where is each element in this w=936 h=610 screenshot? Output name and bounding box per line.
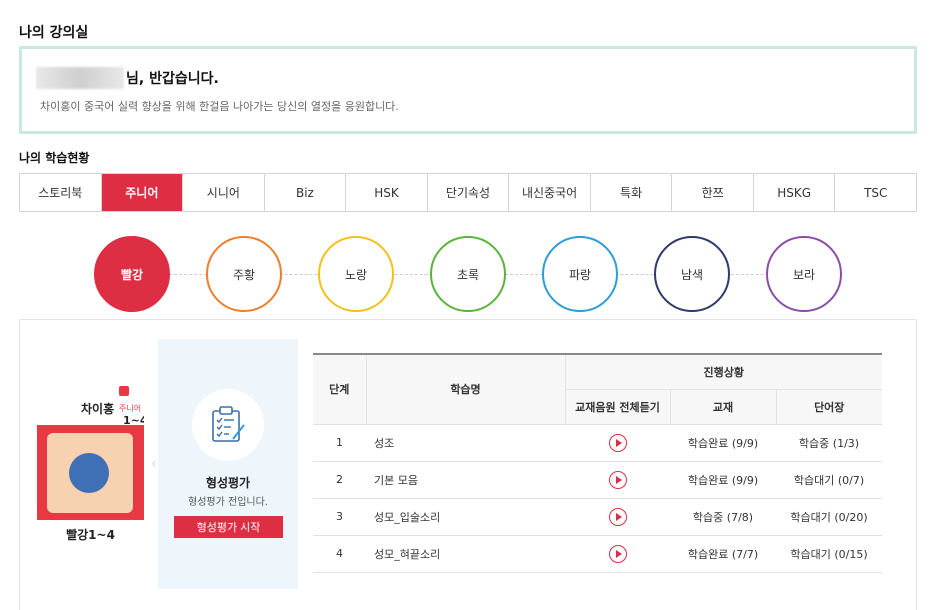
level-selector: 빨강 주황 노랑 초록 파랑 남색 보라 bbox=[94, 234, 854, 314]
table-row: 2 기본 모음 학습완료 (9/9) 학습대기 (0/7) bbox=[313, 461, 883, 499]
welcome-greeting: 님, 반갑습니다. bbox=[36, 67, 219, 89]
row-name[interactable]: 기본 모음 bbox=[366, 461, 565, 499]
row-textbook-status[interactable]: 학습완료 (9/9) bbox=[670, 461, 776, 499]
book-label: 빨강1~4 bbox=[66, 528, 115, 542]
row-name[interactable]: 성조 bbox=[366, 424, 565, 462]
evaluation-panel: 형성평가 형성평가 전입니다. 형성평가 시작 bbox=[158, 339, 298, 589]
row-name[interactable]: 성모_입술소리 bbox=[366, 498, 565, 536]
play-icon[interactable] bbox=[608, 507, 627, 526]
row-textbook-status[interactable]: 학습중 (7/8) bbox=[670, 498, 776, 536]
level-6[interactable]: 보라 bbox=[766, 236, 842, 312]
table-row: 1 성조 학습완료 (9/9) 학습중 (1/3) bbox=[313, 424, 883, 462]
book-subtitle: 주니어 bbox=[119, 404, 142, 413]
level-2[interactable]: 노랑 bbox=[318, 236, 394, 312]
play-icon[interactable] bbox=[608, 544, 627, 563]
book-cover[interactable]: 차이홍 주니어 1~4 bbox=[37, 381, 144, 520]
evaluation-icon-wrap bbox=[192, 389, 264, 461]
play-icon[interactable] bbox=[608, 433, 627, 452]
tab-9[interactable]: HSKG bbox=[753, 174, 836, 211]
header-vocab: 단어장 bbox=[776, 389, 883, 425]
progress-table: 단계 학습명 진행상황 교재음원 전체듣기 교재 단어장 1 성조학습완료 (9/… bbox=[313, 353, 883, 573]
welcome-box: 님, 반갑습니다. 차이홍이 중국어 실력 향상을 위해 한걸음 나아가는 당신… bbox=[19, 46, 917, 134]
level-3[interactable]: 초록 bbox=[430, 236, 506, 312]
tab-5[interactable]: 단기속성 bbox=[427, 174, 510, 211]
table-row: 3 성모_입술소리 학습중 (7/8) 학습대기 (0/20) bbox=[313, 498, 883, 536]
row-step: 2 bbox=[313, 461, 366, 499]
header-name: 학습명 bbox=[366, 354, 566, 425]
book-illustration-character bbox=[69, 453, 109, 493]
tab-1[interactable]: 주니어 bbox=[101, 174, 184, 211]
section-title: 나의 학습현황 bbox=[19, 151, 90, 165]
row-vocab-status[interactable]: 학습대기 (0/15) bbox=[776, 535, 883, 573]
tab-0[interactable]: 스토리북 bbox=[20, 174, 102, 211]
row-textbook-status[interactable]: 학습완료 (7/7) bbox=[670, 535, 776, 573]
tab-8[interactable]: 한쯔 bbox=[672, 174, 754, 211]
row-name[interactable]: 성모_혀끝소리 bbox=[366, 535, 565, 573]
row-vocab-status[interactable]: 학습대기 (0/20) bbox=[776, 498, 883, 536]
greeting-text: 님, 반갑습니다. bbox=[126, 71, 219, 87]
row-audio bbox=[565, 424, 670, 462]
welcome-message: 차이홍이 중국어 실력 향상을 위해 한걸음 나아가는 당신의 열정을 응원합니… bbox=[40, 100, 399, 113]
header-audio: 교재음원 전체듣기 bbox=[564, 389, 671, 425]
page-title: 나의 강의실 bbox=[19, 25, 89, 41]
start-evaluation-button[interactable]: 형성평가 시작 bbox=[174, 516, 283, 538]
level-0[interactable]: 빨강 bbox=[94, 236, 170, 312]
row-step: 1 bbox=[313, 424, 366, 462]
clipboard-checklist-icon bbox=[212, 406, 245, 442]
header-progress: 진행상황 bbox=[565, 354, 883, 390]
row-step: 4 bbox=[313, 535, 366, 573]
row-audio bbox=[565, 461, 670, 499]
book-title: 차이홍 bbox=[81, 402, 115, 416]
tab-7[interactable]: 특화 bbox=[590, 174, 673, 211]
tab-10[interactable]: TSC bbox=[835, 174, 917, 211]
header-step: 단계 bbox=[313, 354, 367, 425]
evaluation-title: 형성평가 bbox=[205, 476, 251, 490]
evaluation-subtitle: 형성평가 전입니다. bbox=[188, 497, 268, 508]
level-1[interactable]: 주황 bbox=[206, 236, 282, 312]
level-5[interactable]: 남색 bbox=[654, 236, 730, 312]
tab-6[interactable]: 내신중국어 bbox=[509, 174, 591, 211]
row-textbook-status[interactable]: 학습완료 (9/9) bbox=[670, 424, 776, 462]
row-audio bbox=[565, 498, 670, 536]
header-textbook: 교재 bbox=[669, 389, 777, 425]
table-row: 4 성모_혀끝소리 학습완료 (7/7) 학습대기 (0/15) bbox=[313, 535, 883, 573]
row-vocab-status[interactable]: 학습대기 (0/7) bbox=[776, 461, 883, 499]
book-badge-icon bbox=[119, 386, 129, 396]
tab-3[interactable]: Biz bbox=[264, 174, 347, 211]
tab-4[interactable]: HSK bbox=[346, 174, 428, 211]
row-step: 3 bbox=[313, 498, 366, 536]
tab-2[interactable]: 시니어 bbox=[183, 174, 265, 211]
level-4[interactable]: 파랑 bbox=[542, 236, 618, 312]
active-level-pointer bbox=[124, 302, 138, 310]
course-tabs: 스토리북 주니어 시니어 Biz HSK 단기속성 내신중국어 특화 한쯔 HSKG TSC bbox=[19, 173, 917, 212]
user-name-blurred bbox=[36, 67, 124, 89]
chevron-left-icon[interactable]: ‹ bbox=[151, 456, 157, 472]
row-audio bbox=[565, 535, 670, 573]
row-vocab-status[interactable]: 학습중 (1/3) bbox=[776, 424, 883, 462]
book-range: 1~4 bbox=[123, 414, 144, 427]
play-icon[interactable] bbox=[608, 470, 627, 489]
